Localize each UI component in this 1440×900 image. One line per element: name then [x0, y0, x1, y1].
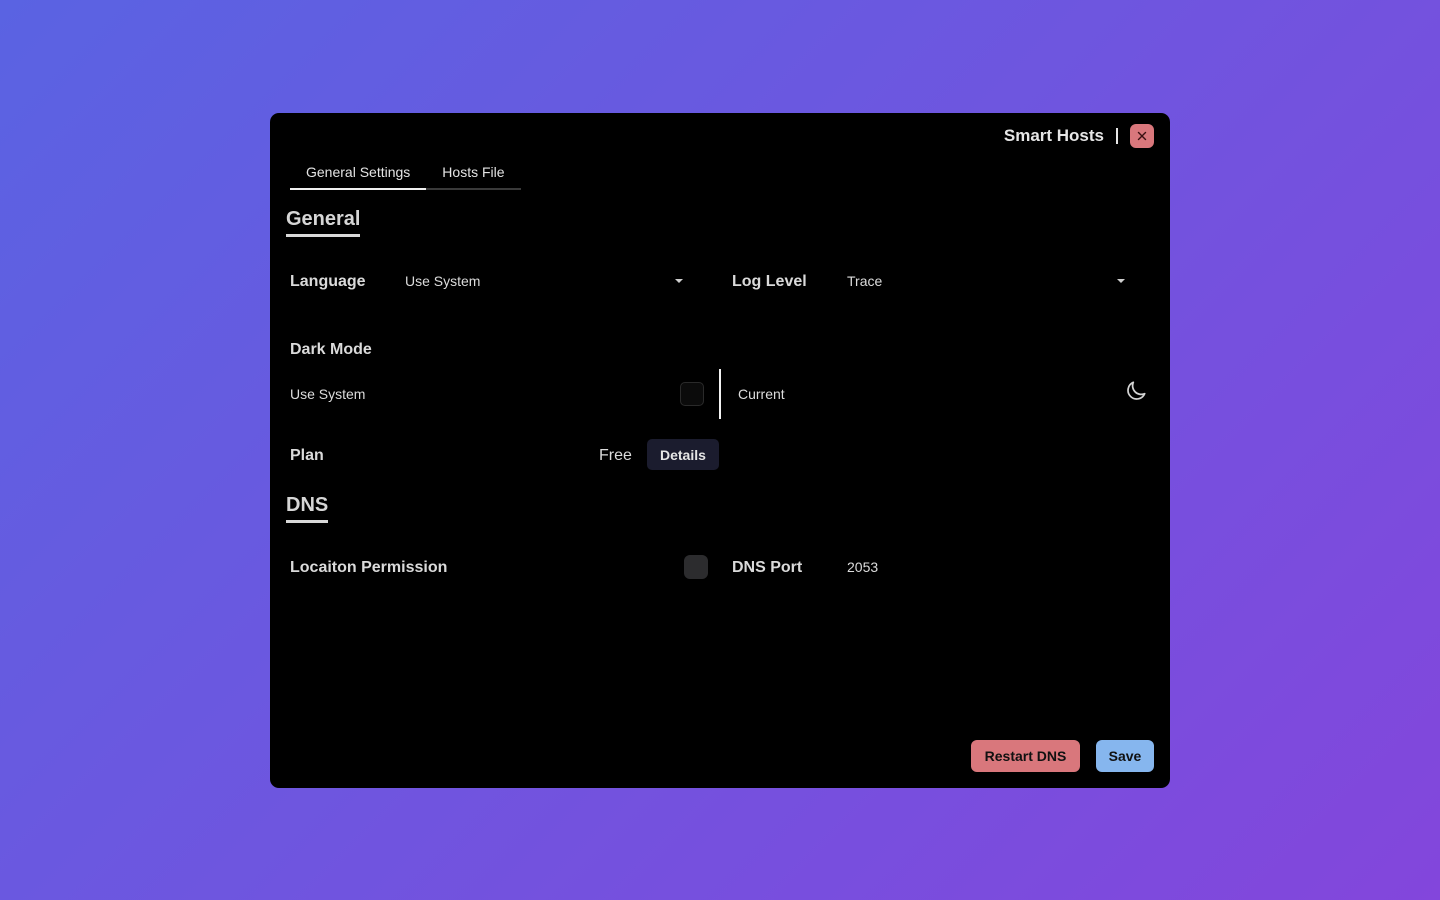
close-icon	[1137, 131, 1147, 141]
tab-general-settings[interactable]: General Settings	[290, 157, 427, 190]
language-label: Language	[290, 273, 366, 290]
dns-port-value: 2053	[847, 559, 879, 575]
dark-mode-label: Dark Mode	[290, 341, 372, 358]
dark-mode-current-label: Current	[738, 386, 785, 402]
divider	[719, 369, 721, 419]
dns-port-label: DNS Port	[732, 559, 803, 576]
tab-bar: General Settings Hosts File	[290, 157, 521, 190]
caret-down-icon	[675, 279, 683, 283]
tab-hosts-file[interactable]: Hosts File	[426, 157, 520, 188]
app-title: Smart Hosts	[1003, 126, 1104, 145]
dns-port-input[interactable]: 2053	[837, 550, 1137, 584]
save-button[interactable]: Save	[1096, 740, 1154, 772]
log-level-label: Log Level	[732, 273, 807, 290]
location-permission-checkbox[interactable]	[684, 555, 708, 579]
log-level-select-value: Trace	[847, 273, 883, 289]
title-separator	[1116, 128, 1118, 144]
language-select[interactable]: Use System	[395, 264, 695, 298]
titlebar: Smart Hosts	[1004, 123, 1154, 149]
dark-mode-use-system-label: Use System	[290, 386, 366, 402]
section-title-dns: DNS	[286, 494, 329, 523]
restart-dns-button[interactable]: Restart DNS	[971, 740, 1080, 772]
section-title-general: General	[286, 208, 361, 237]
close-button[interactable]	[1130, 124, 1154, 148]
log-level-select[interactable]: Trace	[837, 264, 1137, 298]
location-permission-label: Locaiton Permission	[290, 559, 448, 576]
plan-value: Free	[599, 447, 632, 464]
plan-details-button[interactable]: Details	[647, 439, 719, 470]
language-select-value: Use System	[405, 273, 481, 289]
plan-label: Plan	[290, 447, 324, 464]
dark-mode-use-system-checkbox[interactable]	[680, 382, 704, 406]
settings-window: Smart Hosts General Settings Hosts File …	[270, 113, 1170, 788]
moon-icon[interactable]	[1123, 378, 1149, 404]
caret-down-icon	[1117, 279, 1125, 283]
